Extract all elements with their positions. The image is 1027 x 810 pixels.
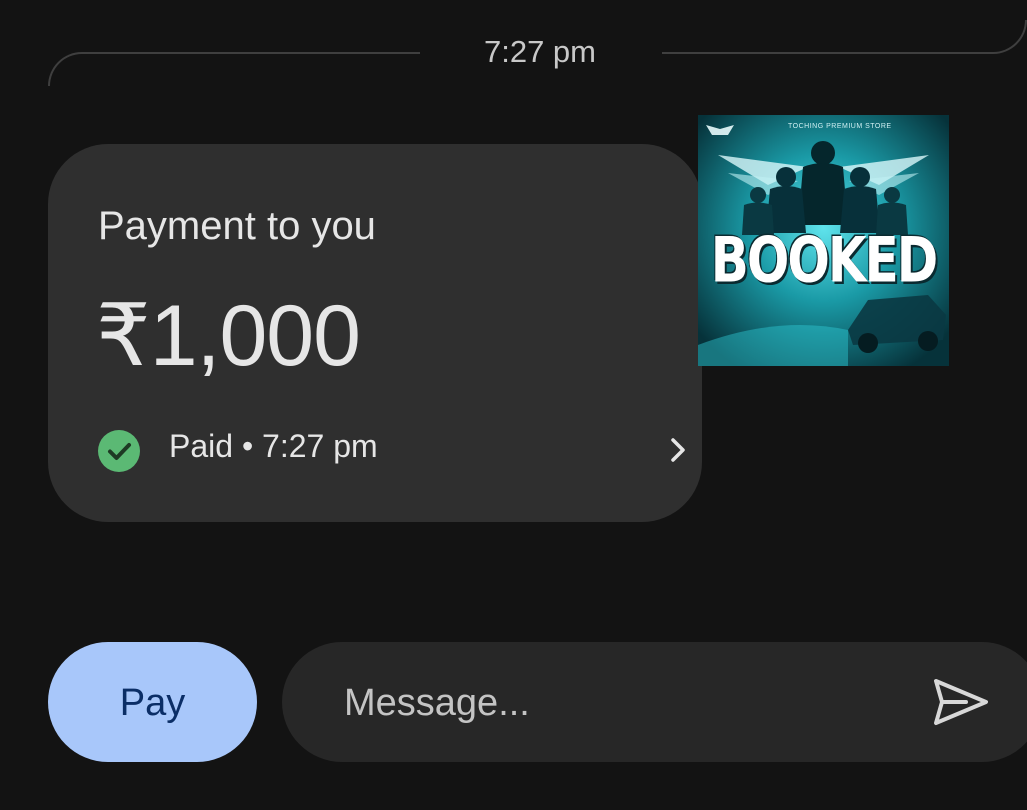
payment-amount: ₹1,000 [96, 288, 361, 384]
send-icon[interactable] [930, 676, 992, 728]
payment-card[interactable]: Payment to you ₹1,000 Paid • 7:27 pm [48, 144, 702, 522]
payment-status-row: Paid • 7:27 pm [98, 428, 685, 472]
payment-status: Paid • 7:27 pm [169, 428, 378, 464]
image-store-text: TOCHING PREMIUM STORE [788, 123, 892, 130]
check-circle-icon [98, 430, 140, 472]
payment-title: Payment to you [98, 204, 376, 248]
image-message[interactable]: TOCHING PREMIUM STORE BOOKED [698, 115, 949, 366]
chevron-right-icon[interactable] [666, 434, 692, 466]
timestamp-divider-left [48, 52, 420, 86]
message-composer[interactable] [282, 642, 1027, 762]
pay-button[interactable]: Pay [48, 642, 257, 762]
message-timestamp: 7:27 pm [483, 34, 596, 69]
message-input[interactable] [342, 672, 906, 734]
image-headline: BOOKED [710, 223, 939, 297]
timestamp-divider-right [662, 20, 1027, 54]
chat-screen: 7:27 pm Payment to you ₹1,000 Paid • 7:2… [0, 0, 1027, 810]
